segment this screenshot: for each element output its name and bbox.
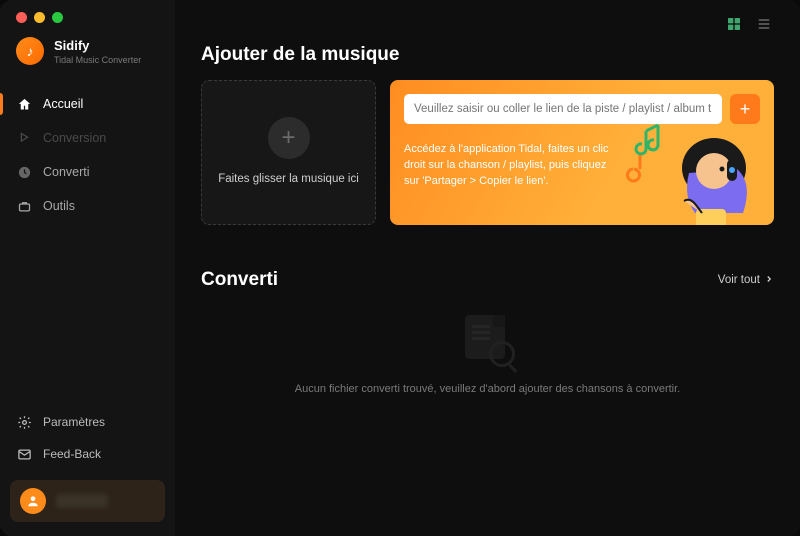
empty-document-search-icon <box>457 315 519 367</box>
nav: Accueil Conversion Converti Outils <box>0 87 175 223</box>
url-hero-card: + Accédez à l'application Tidal, faites … <box>390 80 774 225</box>
app-window: ♪ Sidify Tidal Music Converter Accueil C… <box>0 0 800 536</box>
grid-view-icon[interactable] <box>724 14 744 34</box>
plus-icon: + <box>268 117 310 159</box>
nav-tools[interactable]: Outils <box>0 189 175 223</box>
feedback-link[interactable]: Feed-Back <box>0 438 175 470</box>
empty-message: Aucun fichier converti trouvé, veuillez … <box>295 383 680 395</box>
toolbox-icon <box>16 198 32 214</box>
chevron-right-icon <box>764 274 774 287</box>
mail-icon <box>16 446 32 462</box>
settings-link[interactable]: Paramètres <box>0 406 175 438</box>
nav-label: Conversion <box>43 131 106 145</box>
view-all-link[interactable]: Voir tout <box>718 274 774 287</box>
sidebar: ♪ Sidify Tidal Music Converter Accueil C… <box>0 0 175 536</box>
hero-illustration <box>614 113 774 225</box>
feedback-label: Feed-Back <box>43 447 101 461</box>
home-icon <box>16 96 32 112</box>
minimize-icon[interactable] <box>34 12 45 23</box>
user-card[interactable] <box>10 480 165 522</box>
sidebar-bottom: Paramètres Feed-Back <box>0 406 175 536</box>
main-content: Ajouter de la musique + Faites glisser l… <box>175 0 800 536</box>
gear-icon <box>16 414 32 430</box>
brand: ♪ Sidify Tidal Music Converter <box>0 37 175 87</box>
add-music-row: + Faites glisser la musique ici + Accéde… <box>201 80 774 225</box>
empty-state: Aucun fichier converti trouvé, veuillez … <box>201 301 774 395</box>
maximize-icon[interactable] <box>52 12 63 23</box>
nav-label: Converti <box>43 165 90 179</box>
dropzone[interactable]: + Faites glisser la musique ici <box>201 80 376 225</box>
converted-header: Converti Voir tout <box>201 269 774 291</box>
converted-title: Converti <box>201 269 278 291</box>
conversion-icon <box>16 130 32 146</box>
dropzone-label: Faites glisser la musique ici <box>208 171 369 187</box>
app-title: Sidify <box>54 38 141 53</box>
brand-text: Sidify Tidal Music Converter <box>54 38 141 65</box>
clock-icon <box>16 164 32 180</box>
add-music-title: Ajouter de la musique <box>201 44 774 66</box>
nav-home[interactable]: Accueil <box>0 87 175 121</box>
nav-label: Outils <box>43 199 75 213</box>
app-subtitle: Tidal Music Converter <box>54 55 141 65</box>
close-icon[interactable] <box>16 12 27 23</box>
topbar <box>201 14 774 34</box>
view-all-label: Voir tout <box>718 274 760 286</box>
menu-icon[interactable] <box>754 14 774 34</box>
nav-conversion[interactable]: Conversion <box>0 121 175 155</box>
app-logo-icon: ♪ <box>16 37 44 65</box>
user-name-redacted <box>56 494 108 508</box>
nav-converted[interactable]: Converti <box>0 155 175 189</box>
nav-label: Accueil <box>43 97 83 111</box>
settings-label: Paramètres <box>43 415 105 429</box>
hero-hint: Accédez à l'application Tidal, faites un… <box>404 142 614 190</box>
window-controls <box>0 12 175 37</box>
avatar-icon <box>20 488 46 514</box>
